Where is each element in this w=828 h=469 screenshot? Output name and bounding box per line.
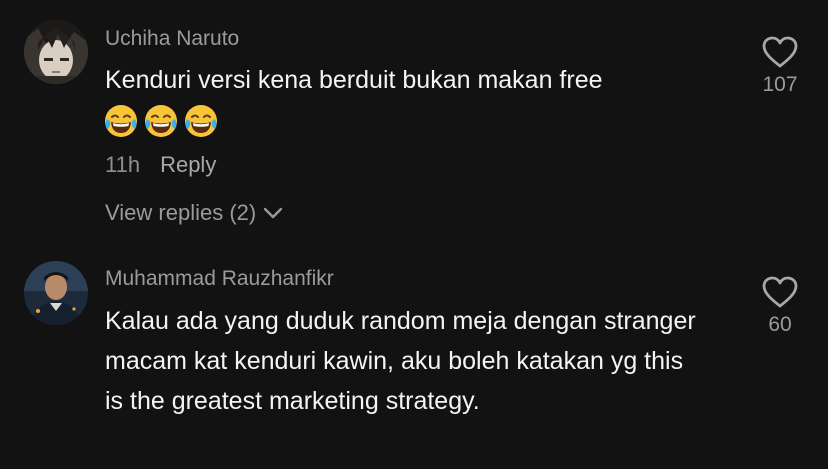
comment-item: Uchiha Naruto Kenduri versi kena berduit… — [0, 0, 828, 245]
comment-username[interactable]: Muhammad Rauzhanfikr — [105, 267, 334, 291]
like-button[interactable]: 107 — [752, 35, 808, 97]
view-replies-label: View replies (2) — [105, 200, 257, 225]
laughing-tears-emoji-icon — [145, 105, 177, 137]
like-count: 60 — [768, 313, 792, 336]
view-replies-button[interactable]: View replies (2) — [105, 200, 284, 226]
like-button[interactable]: 60 — [752, 275, 808, 337]
laughing-tears-emoji-icon — [185, 105, 217, 137]
comment-text: Kalau ada yang duduk random meja dengan … — [105, 307, 696, 415]
chevron-down-icon — [264, 207, 283, 219]
comment-meta: 11h Reply — [105, 152, 216, 178]
like-count: 107 — [762, 73, 798, 96]
comment-item: Muhammad Rauzhanfikr Kalau ada yang dudu… — [0, 245, 828, 469]
heart-outline-icon — [762, 36, 798, 68]
comment-username[interactable]: Uchiha Naruto — [105, 27, 239, 51]
avatar-image — [24, 20, 88, 84]
avatar[interactable] — [24, 261, 88, 325]
avatar[interactable] — [24, 20, 88, 84]
laughing-tears-emoji-icon — [105, 105, 137, 137]
heart-outline-icon — [762, 276, 798, 308]
comment-timestamp: 11h — [105, 152, 141, 177]
avatar-image — [24, 261, 88, 325]
comment-emojis — [103, 103, 219, 139]
comment-text: Kenduri versi kena berduit bukan makan f… — [105, 66, 603, 94]
reply-button[interactable]: Reply — [160, 152, 216, 178]
